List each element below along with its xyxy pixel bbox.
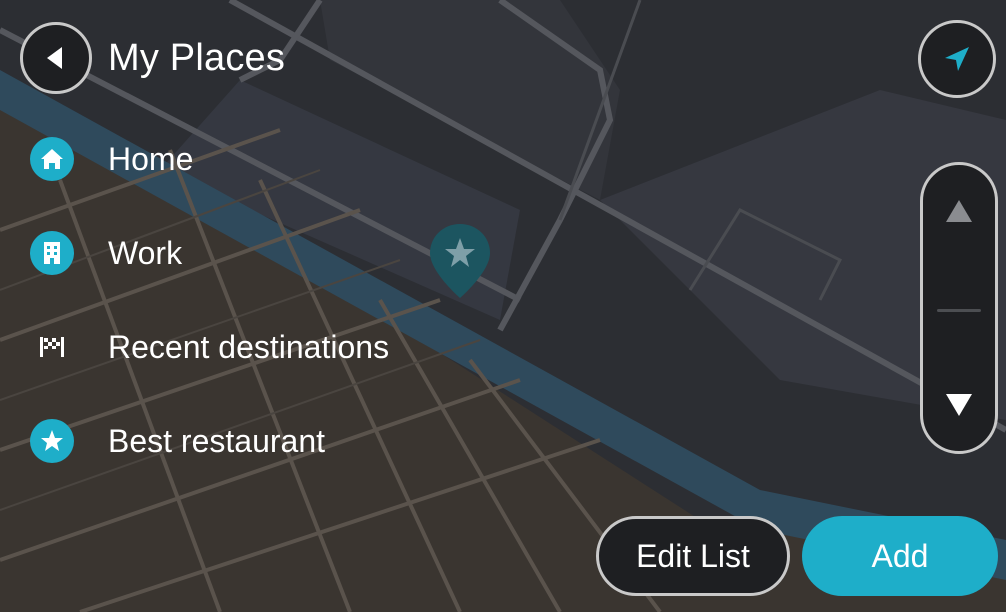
places-list: Home Work Recent destinations Best resta… [20,112,540,488]
list-item-best-restaurant[interactable]: Best restaurant [20,394,540,488]
chevron-down-icon [946,394,972,416]
edit-list-button[interactable]: Edit List [596,516,790,596]
chevron-up-icon [946,200,972,222]
my-places-screen: My Places Home Work Recent destinations … [0,0,1006,612]
page-title: My Places [108,36,286,79]
work-building-icon [30,231,74,275]
back-button[interactable] [20,22,92,94]
home-icon [30,137,74,181]
current-location-button[interactable] [918,20,996,98]
scroll-thumb[interactable] [937,309,981,312]
checkered-flag-icon [30,325,74,369]
back-arrow-icon [47,47,62,69]
header: My Places [20,18,285,98]
navigation-arrow-icon [945,47,969,71]
list-item-home[interactable]: Home [20,112,540,206]
list-item-label: Recent destinations [108,328,390,365]
list-item-recent-destinations[interactable]: Recent destinations [20,300,540,394]
scroll-down-button[interactable] [923,365,995,445]
favorite-location-pin-icon[interactable] [428,222,492,300]
list-item-label: Home [108,140,194,177]
add-button[interactable]: Add [802,516,998,596]
star-icon [30,419,74,463]
scrollbar[interactable] [920,162,998,454]
list-item-label: Work [108,234,183,271]
list-item-label: Best restaurant [108,422,325,459]
scroll-up-button[interactable] [923,171,995,251]
